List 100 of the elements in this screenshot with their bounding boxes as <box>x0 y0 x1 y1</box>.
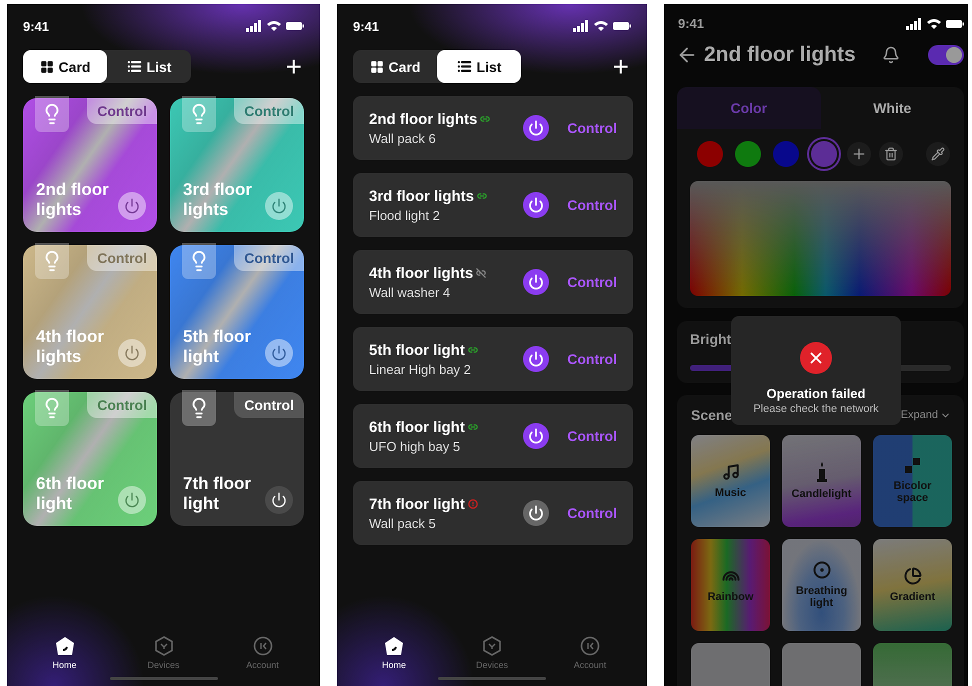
power-icon <box>528 351 544 367</box>
scene-tile[interactable]: Bicolor space <box>873 435 952 527</box>
power-switch[interactable] <box>928 45 964 65</box>
grid-icon <box>40 60 54 74</box>
control-link[interactable]: Control <box>567 274 617 290</box>
device-card[interactable]: Control 4th floor lights <box>23 245 157 379</box>
power-button[interactable] <box>523 115 550 141</box>
power-button[interactable] <box>523 269 550 295</box>
device-model: Linear High bay 2 <box>369 362 472 376</box>
color-swatch[interactable] <box>735 141 761 167</box>
list-icon <box>126 59 142 74</box>
control-link[interactable]: Control <box>567 120 617 136</box>
device-name: 7th floor light <box>369 496 465 512</box>
control-button[interactable]: Control <box>87 98 157 124</box>
power-icon <box>271 345 287 361</box>
device-name: 2nd floor lights <box>369 110 478 128</box>
device-model: Wall pack 6 <box>369 130 437 146</box>
account-icon <box>252 636 272 656</box>
device-name: 6th floor light <box>36 474 105 514</box>
device-row[interactable]: 4th floor lights Wall washer 4 Control <box>353 250 633 314</box>
trash-icon <box>884 147 898 161</box>
device-name: 6th floor light <box>369 418 465 436</box>
mode-tab[interactable]: Color <box>677 87 820 129</box>
view-tab[interactable]: List <box>437 50 521 83</box>
squares-icon <box>904 458 920 474</box>
device-row[interactable]: 2nd floor lights Wall pack 6 Control <box>353 96 633 160</box>
control-button[interactable]: Control <box>234 98 304 124</box>
device-row[interactable]: 5th floor light Linear High bay 2 Control <box>353 327 633 391</box>
device-name: 4th floor lights <box>369 264 474 282</box>
control-link[interactable]: Control <box>567 428 617 444</box>
device-name: 3rd floor lights <box>369 188 474 204</box>
device-name: 5th floor light <box>369 342 465 358</box>
device-name: 4th floor lights <box>36 327 105 367</box>
nav-tab[interactable]: Account <box>228 635 298 671</box>
view-tab[interactable]: List <box>107 50 191 83</box>
device-model: Wall pack 5 <box>369 516 437 530</box>
power-button[interactable] <box>265 486 293 514</box>
alert-icon <box>468 499 478 509</box>
control-link[interactable]: Control <box>567 197 617 213</box>
control-button[interactable]: Control <box>234 245 304 271</box>
expand-button[interactable]: Expand <box>900 409 951 421</box>
nav-tab[interactable]: Home <box>359 635 429 671</box>
nav-tab[interactable]: Home <box>30 635 100 671</box>
mode-tab[interactable]: White <box>820 87 964 129</box>
power-icon <box>124 492 140 508</box>
link-icon <box>480 114 490 124</box>
power-icon <box>528 505 544 521</box>
eyedropper-button[interactable] <box>926 142 950 166</box>
device-card[interactable]: Control 6th floor light <box>23 392 157 526</box>
power-button[interactable] <box>523 500 550 526</box>
status-icons <box>906 18 964 30</box>
grid-icon <box>370 60 384 74</box>
color-swatch[interactable] <box>811 141 837 167</box>
status-time: 9:41 <box>353 18 380 34</box>
power-icon <box>124 345 140 361</box>
nav-tab[interactable]: Devices <box>128 635 198 671</box>
control-link[interactable]: Control <box>567 505 617 521</box>
nav-tab[interactable]: Devices <box>457 635 527 671</box>
scene-tile[interactable]: Music <box>691 435 770 527</box>
toast-message: Please check the network <box>753 403 879 415</box>
device-name: 2nd floor lights <box>36 180 110 220</box>
nav-tab[interactable]: Account <box>555 635 625 671</box>
power-button[interactable] <box>523 423 550 449</box>
bell-icon[interactable] <box>882 46 900 64</box>
link-icon <box>468 422 478 432</box>
add-button[interactable]: + <box>610 52 631 80</box>
power-button[interactable] <box>523 192 550 218</box>
hexagon-icon <box>482 636 502 656</box>
device-card[interactable]: Control 2nd floor lights <box>23 98 157 232</box>
color-swatch[interactable] <box>773 141 799 167</box>
status-icons <box>573 20 631 32</box>
add-color-button[interactable] <box>847 142 871 166</box>
color-swatch[interactable] <box>697 141 723 167</box>
power-icon <box>271 492 287 508</box>
power-icon <box>528 197 544 213</box>
scene-tile[interactable]: Breathing light <box>782 539 861 631</box>
view-tab[interactable]: Card <box>23 50 107 83</box>
scene-tile[interactable]: Candlelight <box>782 435 861 527</box>
color-spectrum[interactable] <box>690 181 951 296</box>
status-icons <box>246 20 304 32</box>
device-card[interactable]: Control 5th floor light <box>170 245 304 379</box>
power-button[interactable] <box>523 346 550 372</box>
device-name: 5th floor light <box>183 327 252 367</box>
device-name: 7th floor light <box>183 474 252 514</box>
device-row[interactable]: 7th floor light Wall pack 5 Control <box>353 481 633 545</box>
scene-tile[interactable]: Gradient <box>873 539 952 631</box>
device-row[interactable]: 3rd floor lights Flood light 2 Control <box>353 173 633 237</box>
device-row[interactable]: 6th floor light UFO high bay 5 Control <box>353 404 633 468</box>
control-button[interactable]: Control <box>87 392 157 418</box>
view-tab[interactable]: Card <box>353 50 437 83</box>
control-link[interactable]: Control <box>567 351 617 367</box>
device-card[interactable]: Control 7th floor light <box>170 392 304 526</box>
device-card[interactable]: Control 3rd floor lights <box>170 98 304 232</box>
device-model: Wall washer 4 <box>369 284 452 300</box>
control-button[interactable]: Control <box>234 392 304 418</box>
delete-button[interactable] <box>879 142 903 166</box>
control-button[interactable]: Control <box>87 245 157 271</box>
list-icon <box>456 59 472 74</box>
add-button[interactable]: + <box>284 52 304 80</box>
home-icon <box>54 636 74 656</box>
